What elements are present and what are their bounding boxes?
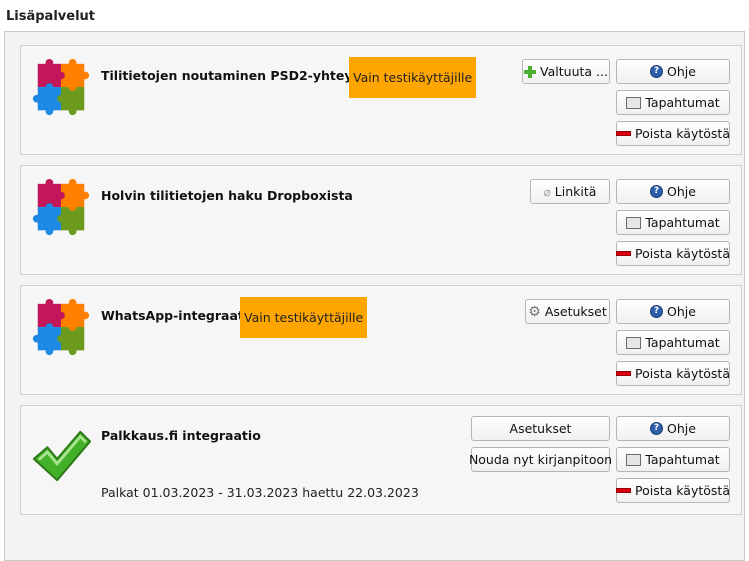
help-icon: ?: [650, 65, 664, 78]
disable-label: Poista käytöstä: [635, 126, 730, 141]
events-label: Tapahtumat: [645, 215, 720, 230]
plus-icon: [524, 65, 537, 78]
help-button[interactable]: ? Ohje: [616, 179, 730, 204]
settings-label: Asetukset: [544, 304, 607, 319]
link-icon: ⌀: [543, 184, 551, 199]
log-icon: [626, 453, 642, 466]
log-icon: [626, 96, 642, 109]
service-card-whatsapp: WhatsApp-integraatio Vain testikäyttäjil…: [20, 285, 742, 395]
events-button[interactable]: Tapahtumat: [616, 330, 730, 355]
help-icon: ?: [650, 305, 664, 318]
remove-icon: [616, 371, 632, 376]
service-card-psd2: Tilitietojen noutaminen PSD2-yhteydellä …: [20, 45, 742, 155]
events-button[interactable]: Tapahtumat: [616, 447, 730, 472]
test-users-badge: Vain testikäyttäjille: [240, 297, 368, 338]
puzzle-icon: [32, 178, 90, 236]
remove-icon: [616, 488, 632, 493]
disable-button[interactable]: Poista käytöstä: [616, 478, 730, 503]
disable-label: Poista käytöstä: [635, 366, 730, 381]
puzzle-icon: [32, 58, 90, 116]
log-icon: [626, 336, 642, 349]
service-title: WhatsApp-integraatio: [101, 308, 257, 323]
service-card-holvi: Holvin tilitietojen haku Dropboxista ⌀ L…: [20, 165, 742, 275]
authorize-label: Valtuuta ...: [540, 64, 608, 79]
disable-label: Poista käytöstä: [635, 483, 730, 498]
gear-icon: ⚙: [528, 303, 541, 320]
remove-icon: [616, 131, 632, 136]
events-label: Tapahtumat: [645, 452, 720, 467]
link-button[interactable]: ⌀ Linkitä: [530, 179, 610, 204]
help-label: Ohje: [667, 304, 696, 319]
events-button[interactable]: Tapahtumat: [616, 90, 730, 115]
help-icon: ?: [650, 422, 664, 435]
events-button[interactable]: Tapahtumat: [616, 210, 730, 235]
disable-button[interactable]: Poista käytöstä: [616, 121, 730, 146]
service-title: Holvin tilitietojen haku Dropboxista: [101, 188, 353, 203]
services-group: Tilitietojen noutaminen PSD2-yhteydellä …: [4, 31, 745, 561]
service-card-palkkaus: Palkkaus.fi integraatio Palkat 01.03.202…: [20, 405, 742, 515]
help-label: Ohje: [667, 64, 696, 79]
settings-label: Asetukset: [509, 421, 572, 436]
help-button[interactable]: ? Ohje: [616, 416, 730, 441]
remove-icon: [616, 251, 632, 256]
help-button[interactable]: ? Ohje: [616, 59, 730, 84]
puzzle-icon: [32, 298, 90, 356]
link-label: Linkitä: [554, 184, 597, 199]
fetch-to-accounting-button[interactable]: Nouda nyt kirjanpitoon: [468, 447, 613, 472]
help-button[interactable]: ? Ohje: [616, 299, 730, 324]
settings-button[interactable]: Asetukset: [471, 416, 610, 441]
service-title: Palkkaus.fi integraatio: [101, 428, 261, 443]
disable-button[interactable]: Poista käytöstä: [616, 241, 730, 266]
disable-label: Poista käytöstä: [635, 246, 730, 261]
section-title: Lisäpalvelut: [6, 9, 96, 24]
help-icon: ?: [650, 185, 664, 198]
log-icon: [626, 216, 642, 229]
settings-button[interactable]: ⚙ Asetukset: [525, 299, 610, 324]
events-label: Tapahtumat: [645, 335, 720, 350]
service-title: Tilitietojen noutaminen PSD2-yhteydellä: [101, 68, 387, 83]
events-label: Tapahtumat: [645, 95, 720, 110]
disable-button[interactable]: Poista käytöstä: [616, 361, 730, 386]
checkmark-icon: [32, 430, 92, 482]
help-label: Ohje: [667, 184, 696, 199]
help-label: Ohje: [667, 421, 696, 436]
salary-fetch-status: Palkat 01.03.2023 - 31.03.2023 haettu 22…: [101, 485, 419, 500]
test-users-badge: Vain testikäyttäjille: [349, 57, 477, 98]
fetch-label: Nouda nyt kirjanpitoon: [468, 452, 613, 467]
authorize-button[interactable]: Valtuuta ...: [522, 59, 610, 84]
